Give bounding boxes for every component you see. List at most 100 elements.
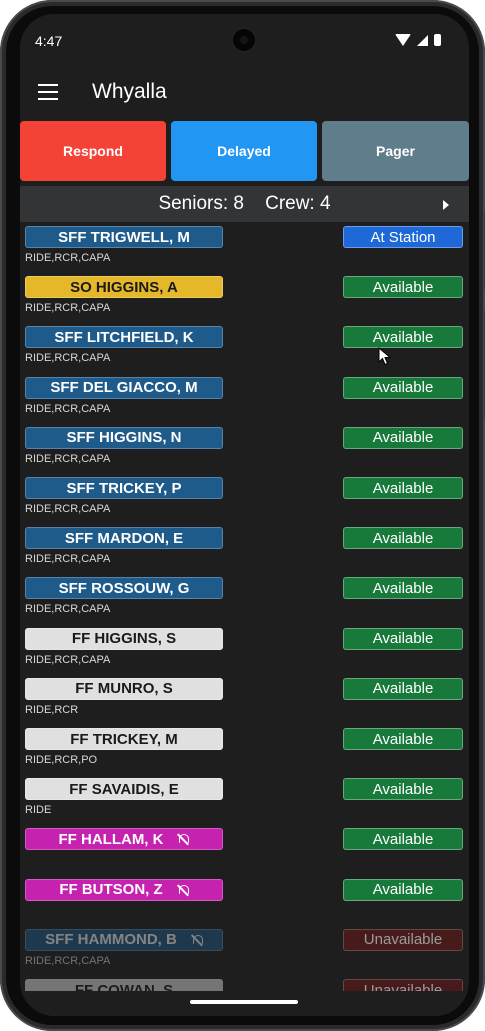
menu-icon[interactable] [38,84,58,100]
list-item[interactable]: SFF TRICKEY, P RIDE,RCR,CAPA Available [20,477,469,527]
list-item[interactable]: FF HIGGINS, S RIDE,RCR,CAPA Available [20,627,469,678]
member-qualifications: RIDE,RCR,CAPA [25,553,111,566]
status-badge[interactable]: Available [343,627,463,650]
member-name: SFF HAMMOND, B [45,931,177,949]
member-name-badge[interactable]: SFF TRIGWELL, M [25,226,223,248]
list-item[interactable]: SFF MARDON, E RIDE,RCR,CAPA Available [20,527,469,577]
list-item[interactable]: SFF HAMMOND, B RIDE,RCR,CAPA Unavailable [20,928,469,979]
member-name: FF HIGGINS, S [71,630,177,648]
status-badge[interactable]: Available [343,426,463,449]
crew-counts: Seniors: 8 Crew: 4 [158,193,331,214]
member-name-badge[interactable]: SFF LITCHFIELD, K [25,326,223,349]
list-item[interactable]: SFF LITCHFIELD, K RIDE,RCR,CAPA Available [20,326,469,376]
front-camera [230,26,258,54]
member-qualifications: RIDE,RCR,CAPA [25,603,111,616]
member-name: SFF TRICKEY, P [66,479,182,497]
status-badge[interactable]: Available [343,276,463,299]
list-item[interactable]: SFF ROSSOUW, G RIDE,RCR,CAPA Available [20,577,469,627]
battery-icon [434,34,441,46]
member-name-badge[interactable]: FF HIGGINS, S [25,627,223,650]
member-name: SFF HIGGINS, N [66,429,182,447]
status-badge[interactable]: Available [343,376,463,399]
status-bar: 4:47 [20,14,469,66]
member-name: FF TRICKEY, M [70,730,178,748]
notifications-off-icon [191,934,203,946]
phone-frame: 4:47 Whyalla Respond Delayed Pager Senio… [0,0,485,1031]
member-name-badge[interactable]: SFF HAMMOND, B [25,928,223,951]
next-arrow-icon[interactable] [443,200,449,210]
list-item[interactable]: FF HALLAM, K Available [20,828,469,878]
status-badge[interactable]: Available [343,728,463,750]
member-list: SFF TRIGWELL, M RIDE,RCR,CAPA At Station SO… [20,226,469,991]
page-title: Whyalla [92,80,167,103]
member-qualifications: RIDE,RCR [25,703,79,716]
status-badge[interactable]: Available [343,577,463,600]
member-qualifications: RIDE,RCR,CAPA [25,452,111,465]
member-name-badge[interactable]: SFF HIGGINS, N [25,426,223,449]
status-badge[interactable]: Unavailable [343,928,463,951]
status-badge[interactable]: Available [343,677,463,700]
list-item[interactable]: SO HIGGINS, A RIDE,RCR,CAPA Available [20,276,469,326]
wifi-icon [395,34,411,46]
member-name-badge[interactable]: FF TRICKEY, M [25,728,223,750]
screen: 4:47 Whyalla Respond Delayed Pager Senio… [20,14,469,1016]
list-item[interactable]: SFF HIGGINS, N RIDE,RCR,CAPA Available [20,426,469,477]
member-name: SO HIGGINS, A [70,278,178,296]
action-bar: Respond Delayed Pager [20,121,469,181]
notifications-off-icon [177,833,190,845]
member-name: SFF LITCHFIELD, K [54,328,194,346]
mouse-cursor [378,347,392,366]
member-name-badge[interactable]: SFF MARDON, E [25,527,223,550]
member-qualifications: RIDE,RCR,CAPA [25,653,111,666]
member-name: SFF ROSSOUW, G [58,579,190,597]
member-name: SFF TRIGWELL, M [58,228,190,246]
app-bar: Whyalla [20,66,469,122]
list-item[interactable]: SFF DEL GIACCO, M RIDE,RCR,CAPA Available [20,376,469,427]
status-icons [395,34,441,46]
list-item[interactable]: FF MUNRO, S RIDE,RCR Available [20,677,469,728]
list-item[interactable]: FF SAVAIDIS, E RIDE Available [20,778,469,828]
member-qualifications: RIDE,RCR,CAPA [25,302,111,315]
member-name: FF MUNRO, S [75,680,173,698]
status-badge[interactable]: Unavailable [343,979,463,991]
home-indicator[interactable] [190,1000,298,1004]
pager-button[interactable]: Pager [322,121,469,181]
delayed-button[interactable]: Delayed [171,121,317,181]
member-name-badge[interactable]: SFF DEL GIACCO, M [25,376,223,399]
signal-icon [417,34,428,46]
member-name: FF HALLAM, K [58,830,164,848]
status-badge[interactable]: Available [343,828,463,851]
member-name: SFF MARDON, E [64,529,184,547]
crew-counts-bar: Seniors: 8 Crew: 4 [20,186,469,222]
member-qualifications: RIDE,RCR,CAPA [25,402,111,415]
member-name-badge[interactable]: SFF TRICKEY, P [25,477,223,499]
list-item[interactable]: FF COWAN, S Unavailable [20,979,469,991]
member-name: SFF DEL GIACCO, M [50,379,198,397]
notifications-off-icon [177,884,189,896]
member-qualifications: RIDE [25,804,52,817]
status-badge[interactable]: At Station [343,226,463,248]
member-qualifications: RIDE,RCR,CAPA [25,352,111,365]
member-name-badge[interactable]: FF MUNRO, S [25,677,223,700]
member-name-badge[interactable]: FF BUTSON, Z [25,878,223,901]
status-badge[interactable]: Available [343,778,463,801]
member-qualifications: RIDE,RCR,CAPA [25,954,111,967]
member-qualifications: RIDE,RCR,CAPA [25,252,111,264]
status-badge[interactable]: Available [343,326,463,349]
status-badge[interactable]: Available [343,527,463,550]
member-name-badge[interactable]: FF HALLAM, K [25,828,223,851]
list-item[interactable]: FF BUTSON, Z Available [20,878,469,929]
status-badge[interactable]: Available [343,477,463,499]
member-name: FF BUTSON, Z [59,881,163,899]
clock: 4:47 [35,33,63,49]
member-name: FF COWAN, S [74,981,174,992]
status-badge[interactable]: Available [343,878,463,901]
member-name-badge[interactable]: SO HIGGINS, A [25,276,223,299]
list-item[interactable]: SFF TRIGWELL, M RIDE,RCR,CAPA At Station [20,226,469,276]
respond-button[interactable]: Respond [20,121,166,181]
list-item[interactable]: FF TRICKEY, M RIDE,RCR,PO Available [20,728,469,778]
member-name: FF SAVAIDIS, E [69,780,179,798]
member-name-badge[interactable]: FF COWAN, S [25,979,223,991]
member-name-badge[interactable]: FF SAVAIDIS, E [25,778,223,801]
member-name-badge[interactable]: SFF ROSSOUW, G [25,577,223,600]
